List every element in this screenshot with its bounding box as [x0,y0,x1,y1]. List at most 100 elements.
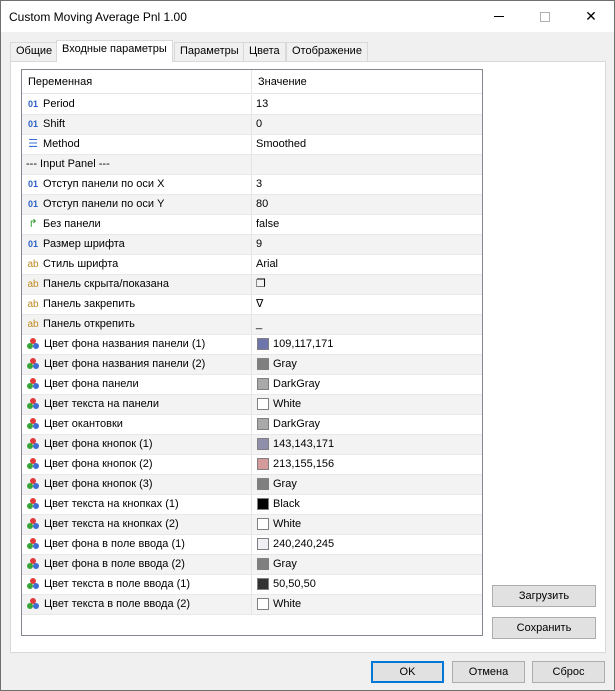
color-swatch[interactable] [257,338,269,350]
column-header-value[interactable]: Значение [252,70,482,94]
grid-row[interactable]: 01 Отступ панели по оси Y 80 [22,195,482,215]
row-value-cell[interactable]: White [252,395,482,414]
grid-row[interactable]: ab Панель закрепить ∇ [22,295,482,315]
grid-row[interactable]: ☰ Method Smoothed [22,135,482,155]
grid-section-row[interactable]: --- Input Panel --- [22,155,482,175]
grid-row[interactable]: Цвет фона кнопок (2) 213,155,156 [22,455,482,475]
row-value-cell[interactable]: ❐ [252,275,482,294]
color-swatch[interactable] [257,418,269,430]
grid-row[interactable]: 01 Размер шрифта 9 [22,235,482,255]
color-swatch[interactable] [257,458,269,470]
grid-row[interactable]: Цвет текста на кнопках (2) White [22,515,482,535]
row-name-cell[interactable]: Цвет фона кнопок (1) [22,435,252,454]
color-swatch[interactable] [257,398,269,410]
row-name-cell[interactable]: 01 Отступ панели по оси X [22,175,252,194]
row-value-cell[interactable]: 143,143,171 [252,435,482,454]
grid-row[interactable]: Цвет текста на панели White [22,395,482,415]
color-swatch[interactable] [257,598,269,610]
row-value-cell[interactable]: Gray [252,475,482,494]
row-name-cell[interactable]: 01 Отступ панели по оси Y [22,195,252,214]
grid-row[interactable]: Цвет фона в поле ввода (2) Gray [22,555,482,575]
row-value-cell[interactable] [252,155,482,174]
color-swatch[interactable] [257,498,269,510]
column-header-variable[interactable]: Переменная [22,70,252,94]
grid-row[interactable]: ↱ Без панели false [22,215,482,235]
color-swatch[interactable] [257,438,269,450]
row-value-cell[interactable]: 0 [252,115,482,134]
tab-display[interactable]: Отображение [286,42,368,61]
grid-row[interactable]: ab Стиль шрифта Arial [22,255,482,275]
row-name-cell[interactable]: Цвет фона в поле ввода (2) [22,555,252,574]
minimize-button[interactable] [476,1,522,32]
row-value-cell[interactable]: DarkGray [252,415,482,434]
row-value-cell[interactable]: Arial [252,255,482,274]
row-name-cell[interactable]: 01 Shift [22,115,252,134]
ok-button[interactable]: OK [371,661,444,683]
color-swatch[interactable] [257,358,269,370]
load-button[interactable]: Загрузить [492,585,596,607]
row-value-cell[interactable]: White [252,515,482,534]
cancel-button[interactable]: Отмена [452,661,525,683]
grid-row[interactable]: 01 Отступ панели по оси X 3 [22,175,482,195]
grid-row[interactable]: 01 Shift 0 [22,115,482,135]
grid-row[interactable]: 01 Period 13 [22,95,482,115]
grid-row[interactable]: Цвет текста в поле ввода (2) White [22,595,482,615]
tab-colors[interactable]: Цвета [243,42,286,61]
row-value-cell[interactable]: 80 [252,195,482,214]
grid-row[interactable]: Цвет фона в поле ввода (1) 240,240,245 [22,535,482,555]
row-value-cell[interactable]: _ [252,315,482,334]
row-name-cell[interactable]: ↱ Без панели [22,215,252,234]
row-name-cell[interactable]: --- Input Panel --- [22,155,252,174]
row-name-cell[interactable]: Цвет фона в поле ввода (1) [22,535,252,554]
color-swatch[interactable] [257,558,269,570]
row-name-cell[interactable]: 01 Period [22,95,252,114]
row-value-cell[interactable]: Black [252,495,482,514]
color-swatch[interactable] [257,478,269,490]
color-swatch[interactable] [257,538,269,550]
row-value-cell[interactable]: 213,155,156 [252,455,482,474]
grid-row[interactable]: Цвет текста в поле ввода (1) 50,50,50 [22,575,482,595]
color-swatch[interactable] [257,518,269,530]
tab-inputs[interactable]: Входные параметры [56,40,173,62]
row-value-cell[interactable]: 109,117,171 [252,335,482,354]
row-name-cell[interactable]: ab Панель открепить [22,315,252,334]
grid-row[interactable]: Цвет фона кнопок (1) 143,143,171 [22,435,482,455]
row-name-cell[interactable]: Цвет фона панели [22,375,252,394]
row-value-cell[interactable]: 13 [252,95,482,114]
grid-row[interactable]: Цвет текста на кнопках (1) Black [22,495,482,515]
grid-row[interactable]: Цвет фона панели DarkGray [22,375,482,395]
color-swatch[interactable] [257,378,269,390]
row-value-cell[interactable]: Smoothed [252,135,482,154]
row-name-cell[interactable]: Цвет окантовки [22,415,252,434]
row-name-cell[interactable]: 01 Размер шрифта [22,235,252,254]
row-value-cell[interactable]: Gray [252,355,482,374]
row-name-cell[interactable]: Цвет фона кнопок (2) [22,455,252,474]
row-name-cell[interactable]: ab Панель скрыта/показана [22,275,252,294]
row-value-cell[interactable]: 9 [252,235,482,254]
row-name-cell[interactable]: Цвет текста на кнопках (1) [22,495,252,514]
row-value-cell[interactable]: 3 [252,175,482,194]
close-button[interactable]: ✕ [568,1,614,32]
grid-row[interactable]: Цвет фона названия панели (2) Gray [22,355,482,375]
grid-row[interactable]: ab Панель открепить _ [22,315,482,335]
grid-row[interactable]: Цвет фона названия панели (1) 109,117,171 [22,335,482,355]
row-value-cell[interactable]: White [252,595,482,614]
row-name-cell[interactable]: Цвет текста в поле ввода (1) [22,575,252,594]
row-value-cell[interactable]: false [252,215,482,234]
row-name-cell[interactable]: Цвет фона кнопок (3) [22,475,252,494]
tab-general[interactable]: Общие [10,42,59,61]
title-bar[interactable]: Custom Moving Average Pnl 1.00 ✕ [1,1,614,32]
grid-row[interactable]: ab Панель скрыта/показана ❐ [22,275,482,295]
color-swatch[interactable] [257,578,269,590]
reset-button[interactable]: Сброс [532,661,605,683]
row-name-cell[interactable]: Цвет текста на кнопках (2) [22,515,252,534]
row-value-cell[interactable]: Gray [252,555,482,574]
row-value-cell[interactable]: ∇ [252,295,482,314]
row-name-cell[interactable]: Цвет фона названия панели (1) [22,335,252,354]
row-name-cell[interactable]: ab Стиль шрифта [22,255,252,274]
row-name-cell[interactable]: ☰ Method [22,135,252,154]
tab-parameters[interactable]: Параметры [174,42,245,61]
save-button[interactable]: Сохранить [492,617,596,639]
row-value-cell[interactable]: DarkGray [252,375,482,394]
row-name-cell[interactable]: Цвет фона названия панели (2) [22,355,252,374]
